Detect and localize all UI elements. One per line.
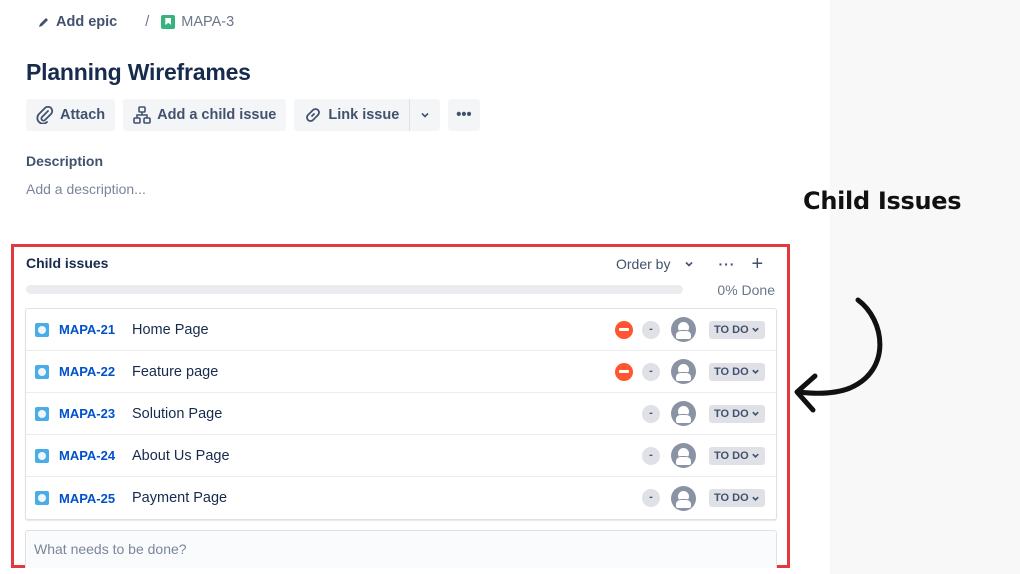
link-issue-button[interactable]: Link issue: [294, 99, 410, 131]
status-label: TO DO: [714, 492, 749, 504]
progress-label: 0% Done: [717, 282, 775, 298]
issue-title[interactable]: Planning Wireframes: [26, 59, 251, 86]
paperclip-icon: [36, 106, 54, 124]
priority-highest-icon: [615, 320, 633, 339]
parent-issue-link[interactable]: MAPA-3: [161, 14, 234, 30]
task-icon: [35, 406, 49, 421]
issue-summary[interactable]: Home Page: [132, 322, 209, 338]
attach-label: Attach: [60, 107, 106, 123]
status-dropdown[interactable]: TO DO: [709, 362, 765, 381]
issue-key-link[interactable]: MAPA-21: [59, 322, 115, 337]
status-label: TO DO: [714, 407, 749, 420]
status-dropdown[interactable]: TO DO: [709, 489, 765, 507]
child-issue-row[interactable]: MAPA-24 About Us Page - TO DO: [26, 435, 776, 477]
issue-toolbar: Attach Add a child issue Link issue •••: [26, 99, 480, 131]
estimate-badge[interactable]: -: [642, 446, 660, 465]
assignee-avatar-icon[interactable]: [671, 317, 696, 342]
parent-issue-key: MAPA-3: [181, 14, 235, 30]
new-child-issue-input[interactable]: What needs to be done?: [25, 530, 777, 568]
issue-key-link[interactable]: MAPA-25: [59, 491, 115, 506]
issue-summary[interactable]: Payment Page: [132, 490, 227, 506]
order-by-dropdown[interactable]: Order by: [616, 256, 694, 272]
hierarchy-icon: [133, 106, 151, 124]
task-icon: [35, 491, 49, 505]
chevron-down-icon: [751, 369, 759, 374]
task-icon: [35, 364, 49, 379]
priority-highest-icon: [615, 362, 633, 381]
status-dropdown[interactable]: TO DO: [709, 320, 765, 339]
issue-key-link[interactable]: MAPA-23: [59, 406, 115, 421]
story-icon: [161, 15, 176, 29]
description-label: Description: [26, 153, 104, 169]
chevron-down-icon: [751, 411, 759, 416]
assignee-avatar-icon[interactable]: [671, 359, 696, 384]
attach-button[interactable]: Attach: [26, 99, 116, 131]
pencil-icon: [39, 18, 48, 27]
breadcrumb: Add epic / MAPA-3: [38, 12, 234, 32]
assignee-avatar-icon[interactable]: [671, 443, 696, 468]
child-issue-list: MAPA-21 Home Page - TO DO MAPA-22 Featur…: [25, 308, 777, 520]
chevron-down-icon: [751, 453, 759, 458]
progress-bar: [26, 285, 683, 294]
estimate-badge[interactable]: -: [642, 489, 660, 507]
add-child-issue-label: Add a child issue: [157, 107, 277, 123]
add-epic-link[interactable]: Add epic: [38, 14, 117, 30]
status-dropdown[interactable]: TO DO: [709, 446, 765, 465]
child-issues-more-button[interactable]: ···: [718, 256, 735, 272]
issue-summary[interactable]: About Us Page: [132, 448, 230, 464]
estimate-badge[interactable]: -: [642, 362, 660, 381]
child-issue-row[interactable]: MAPA-21 Home Page - TO DO: [26, 309, 776, 351]
add-child-issue-plus-button[interactable]: +: [751, 254, 763, 274]
order-by-label: Order by: [616, 256, 671, 272]
add-child-issue-button[interactable]: Add a child issue: [123, 99, 287, 131]
status-label: TO DO: [714, 323, 749, 336]
issue-key-link[interactable]: MAPA-24: [59, 448, 115, 463]
status-label: TO DO: [714, 365, 749, 378]
chevron-down-icon: [421, 112, 429, 118]
more-actions-button[interactable]: •••: [448, 99, 480, 131]
child-issue-row[interactable]: MAPA-22 Feature page - TO DO: [26, 351, 776, 393]
chevron-down-icon: [751, 327, 759, 332]
estimate-badge[interactable]: -: [642, 404, 660, 423]
curved-arrow-icon: [794, 297, 883, 413]
status-label: TO DO: [714, 449, 749, 462]
annotation-label: Child Issues: [803, 187, 962, 215]
child-issue-row[interactable]: MAPA-25 Payment Page - TO DO: [26, 477, 776, 519]
link-icon: [306, 108, 321, 122]
issue-summary[interactable]: Solution Page: [132, 406, 222, 422]
task-icon: [35, 322, 49, 337]
more-icon: •••: [456, 107, 472, 123]
breadcrumb-separator: /: [145, 14, 150, 30]
child-issues-heading: Child issues: [26, 255, 109, 271]
link-issue-group: Link issue: [294, 99, 441, 131]
status-dropdown[interactable]: TO DO: [709, 404, 765, 423]
estimate-badge[interactable]: -: [642, 320, 660, 339]
assignee-avatar-icon[interactable]: [671, 401, 696, 426]
child-issues-actions: Order by ··· +: [616, 254, 763, 274]
link-issue-label: Link issue: [328, 107, 400, 123]
chevron-down-icon: [685, 261, 694, 267]
link-issue-dropdown[interactable]: [409, 99, 441, 131]
chevron-down-icon: [751, 496, 759, 501]
child-issue-row[interactable]: MAPA-23 Solution Page - TO DO: [26, 393, 776, 435]
issue-summary[interactable]: Feature page: [132, 364, 218, 380]
task-icon: [35, 448, 49, 463]
add-epic-label: Add epic: [56, 14, 118, 30]
description-field[interactable]: Add a description...: [26, 181, 146, 197]
assignee-avatar-icon[interactable]: [671, 485, 696, 511]
issue-key-link[interactable]: MAPA-22: [59, 364, 115, 379]
